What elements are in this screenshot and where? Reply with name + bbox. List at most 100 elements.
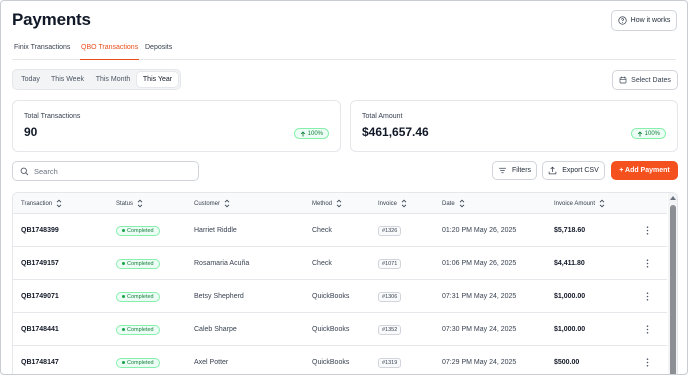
total-transactions-label: Total Transactions [24,113,81,120]
row-menu-button[interactable] [642,346,652,374]
status-text: Completed [127,359,154,366]
row-menu-button[interactable] [642,247,652,280]
payment-method: QuickBooks [312,326,350,333]
row-menu-button[interactable] [642,313,652,346]
status-dot-icon [122,262,125,265]
status-badge: Completed [116,258,160,269]
payment-date: 07:31 PM May 24, 2025 [442,293,517,300]
status-dot-icon [122,229,125,232]
status-badge: Completed [116,357,160,368]
sort-icon [336,199,342,208]
status-cell: Completed [116,280,160,313]
scrollbar-thumb[interactable] [670,205,676,374]
invoice-chip[interactable]: #1071 [378,258,402,269]
column-header-status[interactable]: Status [116,193,143,214]
invoice-chip[interactable]: #1319 [378,357,402,368]
transaction-id[interactable]: QB1748441 [21,313,59,346]
status-cell: Completed [116,313,160,346]
search-input[interactable] [34,166,194,176]
column-header-method[interactable]: Method [312,193,342,214]
transaction-id[interactable]: QB1749157 [21,247,59,280]
row-menu-button[interactable] [642,214,652,247]
column-header-invoice[interactable]: Invoice [378,193,407,214]
column-header-invoice-amount[interactable]: Invoice Amount [554,193,605,214]
payment-method: QuickBooks [312,293,350,300]
status-cell: Completed [116,214,160,247]
search-field[interactable] [12,161,199,181]
column-header-label: Transaction [21,200,53,207]
payment-date: 01:06 PM May 26, 2025 [442,260,517,267]
tab-bar: Finix Transactions QBO Transactions Depo… [12,41,676,60]
filters-button[interactable]: Filters [492,161,537,180]
status-cell: Completed [116,247,160,280]
range-this-month-button[interactable]: This Month [89,72,137,87]
invoice-chip[interactable]: #1326 [378,225,402,236]
transaction-id[interactable]: QB1749071 [21,280,59,313]
total-transactions-card: Total Transactions 90 100% [12,100,341,152]
filters-label: Filters [511,167,532,174]
column-header-label: Status [116,200,134,207]
table-row[interactable]: QB1748441 Completed Caleb Sharpe QuickBo… [13,313,667,346]
sort-icon [56,199,62,208]
status-cell: Completed [116,346,160,374]
customer-name: Rosamaria Acuña [194,260,250,267]
select-dates-button[interactable]: Select Dates [612,70,678,90]
table-row[interactable]: QB1748399 Completed Harriet Riddle Check… [13,214,667,247]
invoice-chip[interactable]: #1306 [378,291,402,302]
tab-qbo-transactions[interactable]: QBO Transactions [80,44,140,60]
status-badge: Completed [116,324,160,335]
date-range-selector: Today This Week This Month This Year [12,69,181,90]
sort-icon [401,199,407,208]
invoice-amount: $500.00 [554,359,580,366]
invoice-cell: #1071 [378,247,402,280]
table-row[interactable]: QB1748147 Completed Axel Potter QuickBoo… [13,346,667,374]
status-text: Completed [127,227,154,234]
customer-name: Caleb Sharpe [194,326,237,333]
table-row[interactable]: QB1749157 Completed Rosamaria Acuña Chec… [13,247,667,280]
row-menu-button[interactable] [642,280,652,313]
column-header-date[interactable]: Date [442,193,465,214]
payment-date: 07:29 PM May 24, 2025 [442,359,517,366]
search-icon [20,167,29,175]
status-text: Completed [127,326,154,333]
table-scrollbar[interactable] [668,193,677,374]
column-header-label: Invoice [378,200,398,207]
invoice-cell: #1352 [378,313,402,346]
table-row[interactable]: QB1749071 Completed Betsy Shepherd Quick… [13,280,667,313]
transaction-id[interactable]: QB1748399 [21,214,59,247]
export-csv-label: Export CSV [562,167,599,174]
invoice-chip[interactable]: #1352 [378,324,402,335]
transactions-table: Transaction Status Customer Method Invoi… [12,192,678,374]
customer-name: Axel Potter [194,359,229,366]
status-text: Completed [127,293,154,300]
column-header-customer[interactable]: Customer [194,193,230,214]
more-vertical-icon [646,325,648,334]
column-header-transaction[interactable]: Transaction [21,193,62,214]
how-it-works-label: How it works [630,17,671,24]
app-window: Payments How it works Finix Transactions… [0,0,688,375]
range-this-year-button[interactable]: This Year [137,72,178,87]
tab-finix-transactions[interactable]: Finix Transactions [14,44,70,60]
customer-name: Betsy Shepherd [194,293,244,300]
invoice-amount: $1,000.00 [554,293,586,300]
invoice-amount: $5,718.60 [554,227,586,234]
total-transactions-badge: 100% [293,128,329,139]
transaction-id[interactable]: QB1748147 [21,346,59,374]
total-transactions-value: 90 [24,125,38,139]
how-it-works-button[interactable]: How it works [611,10,677,31]
help-circle-icon [618,16,627,25]
range-this-week-button[interactable]: This Week [46,72,89,87]
total-amount-badge: 100% [630,128,666,139]
payment-date: 07:30 PM May 24, 2025 [442,326,517,333]
select-dates-label: Select Dates [631,76,671,84]
add-payment-button[interactable]: + Add Payment [611,161,678,180]
upload-icon [548,166,557,175]
scroll-up-arrow-icon[interactable] [670,196,676,200]
sort-icon [224,199,230,208]
range-today-button[interactable]: Today [15,72,46,87]
more-vertical-icon [646,259,648,268]
arrow-up-icon [637,130,642,136]
payment-method: Check [312,227,332,234]
tab-deposits[interactable]: Deposits [145,44,172,60]
export-csv-button[interactable]: Export CSV [542,161,605,180]
